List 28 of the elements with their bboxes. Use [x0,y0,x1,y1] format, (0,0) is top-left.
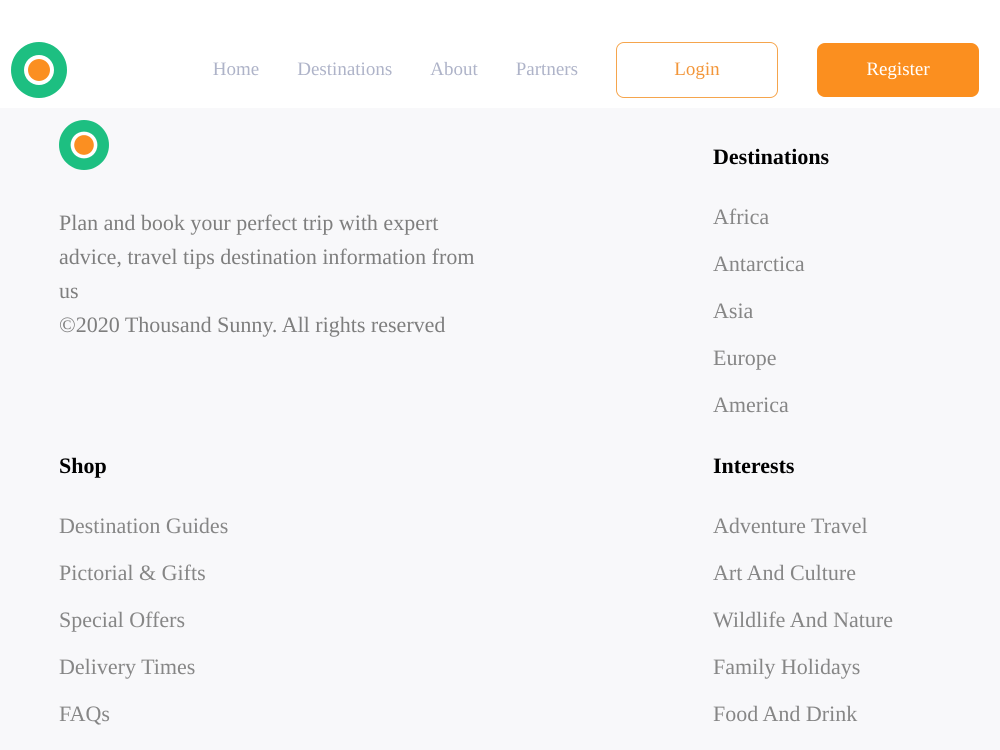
nav-link[interactable]: About [430,56,478,84]
footer-link[interactable]: Africa [713,203,770,231]
footer-link[interactable]: Pictorial & Gifts [59,559,206,587]
column-heading: Shop [59,452,107,480]
column-heading: Destinations [713,143,830,171]
footer-link[interactable]: Asia [713,297,754,325]
footer-link[interactable]: Wildlife And Nature [713,606,893,634]
about-text: Plan and book your perfect trip with expert advice, travel tips destination information from us [59,209,476,305]
copyright-text: ©2020 Thousand Sunny. All rights reserved [59,311,446,339]
column-heading: Interests [713,452,794,480]
footer-link[interactable]: Destination Guides [59,512,228,540]
footer-link[interactable]: Delivery Times [59,653,196,681]
footer-link[interactable]: Europe [713,344,777,372]
footer-link[interactable]: Food And Drink [713,700,858,728]
login-button[interactable]: Login [616,42,778,98]
logo-icon [59,120,109,170]
nav-link[interactable]: Destinations [297,56,392,84]
footer-link[interactable]: Adventure Travel [713,512,868,540]
footer-link[interactable]: Special Offers [59,606,186,634]
footer-link[interactable]: Family Holidays [713,653,860,681]
register-button[interactable]: Register [817,43,979,97]
footer-link[interactable]: FAQs [59,700,110,728]
nav-link[interactable]: Partners [516,56,578,84]
nav-link[interactable]: Home [212,56,260,84]
footer-link[interactable]: America [713,391,789,419]
footer-link[interactable]: Art And Culture [713,559,856,587]
logo-icon [11,42,67,98]
footer-link[interactable]: Antarctica [713,250,805,278]
